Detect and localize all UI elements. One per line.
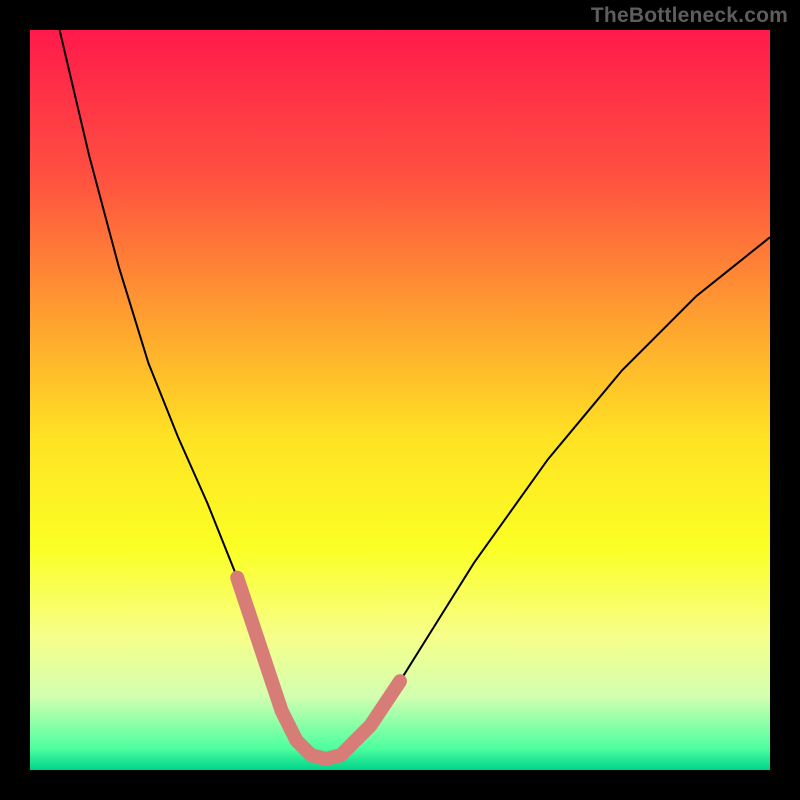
watermark-text: TheBottleneck.com xyxy=(591,4,788,28)
chart-root: TheBottleneck.com xyxy=(0,0,800,800)
plot-svg xyxy=(30,30,770,770)
plot-area xyxy=(30,30,770,770)
plot-background xyxy=(30,30,770,770)
